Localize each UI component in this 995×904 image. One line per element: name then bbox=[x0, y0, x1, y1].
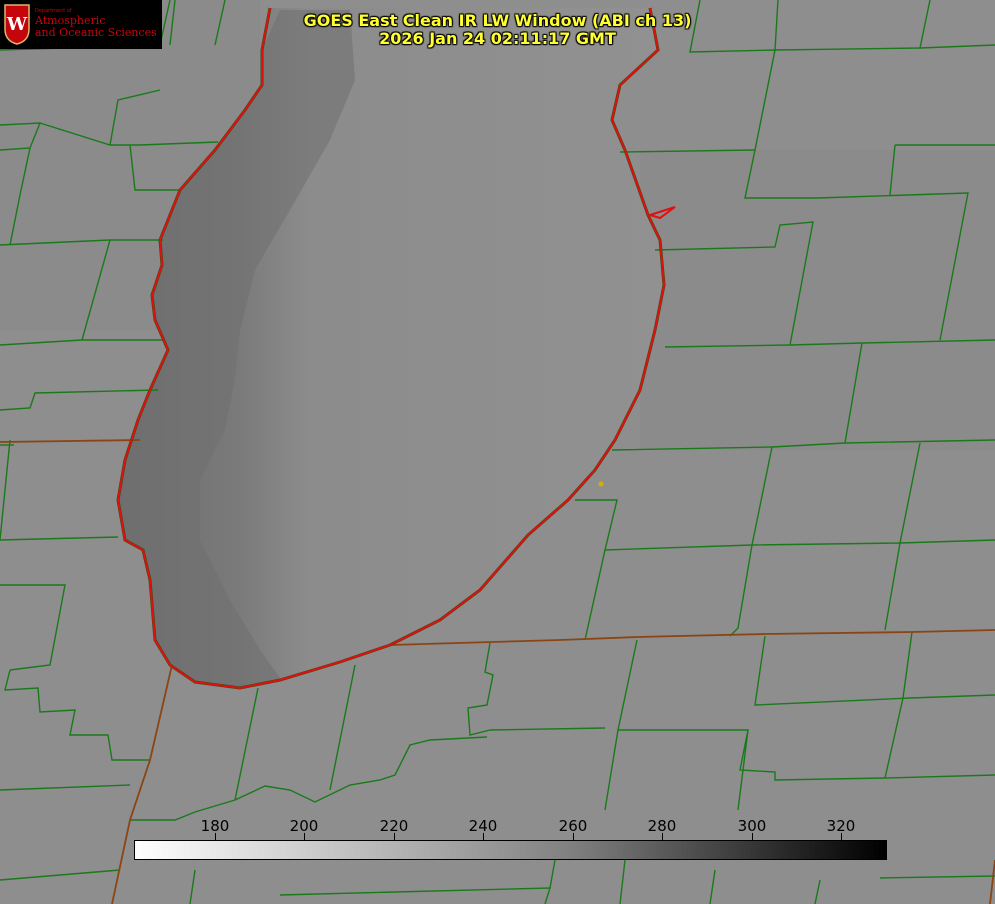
colorbar bbox=[134, 840, 887, 860]
image-timestamp: 2026 Jan 24 02:11:17 GMT bbox=[379, 29, 616, 48]
land-shade-ne bbox=[640, 150, 995, 450]
satellite-image: W Department of Atmospheric and Oceanic … bbox=[0, 0, 995, 904]
colorbar-tick-mark bbox=[662, 833, 663, 840]
map-canvas bbox=[0, 0, 995, 904]
colorbar-tick-mark bbox=[483, 833, 484, 840]
station-marker bbox=[598, 481, 604, 487]
colorbar-tick-mark bbox=[752, 833, 753, 840]
colorbar-tick-mark bbox=[304, 833, 305, 840]
colorbar-tick-mark bbox=[215, 833, 216, 840]
image-title: GOES East Clean IR LW Window (ABI ch 13) bbox=[303, 11, 692, 30]
colorbar-tick-mark bbox=[394, 833, 395, 840]
colorbar-tick-mark bbox=[573, 833, 574, 840]
colorbar-tick-mark bbox=[841, 833, 842, 840]
